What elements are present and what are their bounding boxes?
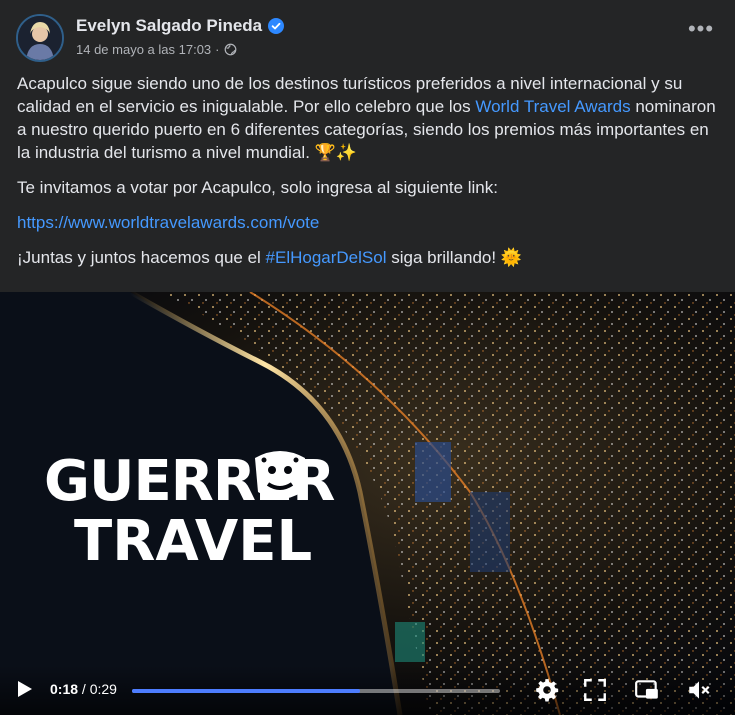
paragraph-3: https://www.worldtravelawards.com/vote xyxy=(17,211,717,234)
post-timestamp[interactable]: 14 de mayo a las 17:03 xyxy=(76,42,211,57)
video-progress-bar[interactable] xyxy=(132,689,500,693)
paragraph-1: Acapulco sigue siendo uno de los destino… xyxy=(17,72,717,164)
logo-line-2: TRAVEL xyxy=(74,509,313,574)
play-icon[interactable] xyxy=(14,679,34,699)
sun-emoji: 🌞 xyxy=(500,248,522,267)
paragraph-4: ¡Juntas y juntos hacemos que el #ElHogar… xyxy=(17,246,717,269)
volume-muted-icon[interactable] xyxy=(686,677,712,703)
author-name-row: Evelyn Salgado Pineda xyxy=(76,16,285,36)
post-header: Evelyn Salgado Pineda 14 de mayo a las 1… xyxy=(16,12,719,62)
more-options-button[interactable]: ••• xyxy=(683,18,719,46)
paragraph-2: Te invitamos a votar por Acapulco, solo … xyxy=(17,178,498,197)
vote-url-link[interactable]: https://www.worldtravelawards.com/vote xyxy=(17,213,319,232)
video-time: 0:18 / 0:29 xyxy=(50,681,117,697)
time-separator: / xyxy=(78,681,90,697)
hashtag-link[interactable]: #ElHogarDelSol xyxy=(266,248,387,267)
jaguar-head-icon xyxy=(255,451,305,499)
paragraph-4-text-a: ¡Juntas y juntos hacemos que el xyxy=(17,248,266,267)
video-progress-fill xyxy=(132,689,361,693)
post-text: Acapulco sigue siendo uno de los destino… xyxy=(17,72,717,281)
current-time: 0:18 xyxy=(50,681,79,697)
settings-gear-icon[interactable] xyxy=(534,677,560,703)
fullscreen-icon[interactable] xyxy=(582,677,608,703)
video-player[interactable]: GUERRER TRAVEL 0:18 / 0:29 xyxy=(0,292,735,715)
post-meta: 14 de mayo a las 17:03 · xyxy=(76,42,237,57)
author-name[interactable]: Evelyn Salgado Pineda xyxy=(76,16,262,36)
paragraph-4-text-b: siga brillando! xyxy=(386,248,501,267)
trophy-sparkles-emoji: 🏆✨ xyxy=(314,143,357,162)
picture-in-picture-icon[interactable] xyxy=(634,677,660,703)
duration: 0:29 xyxy=(89,681,117,697)
video-controls: 0:18 / 0:29 xyxy=(0,665,735,715)
facebook-post: Evelyn Salgado Pineda 14 de mayo a las 1… xyxy=(0,0,735,715)
author-avatar[interactable] xyxy=(16,14,64,62)
verified-badge-icon xyxy=(268,18,285,34)
meta-separator: · xyxy=(215,42,220,57)
globe-icon xyxy=(224,43,236,56)
world-travel-awards-link[interactable]: World Travel Awards xyxy=(475,97,630,116)
